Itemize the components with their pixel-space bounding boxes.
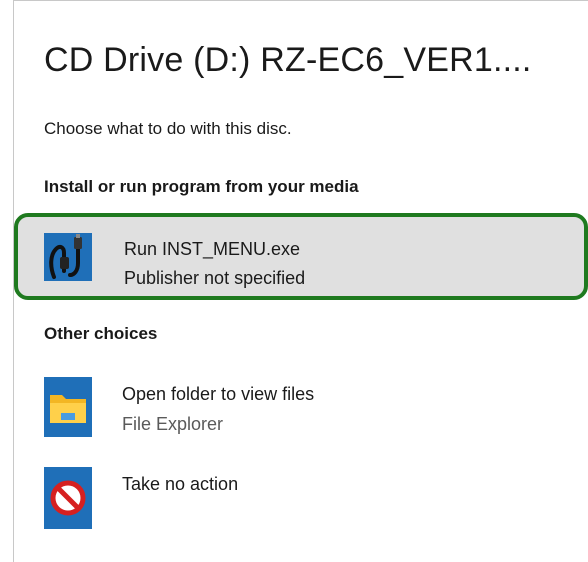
autoplay-dialog: CD Drive (D:) RZ-EC6_VER1.... Choose wha…	[13, 0, 588, 562]
folder-option-subtitle: File Explorer	[122, 414, 224, 434]
other-choices-heading: Other choices	[44, 324, 158, 343]
open-folder-option[interactable]: Open folder to view files File Explorer	[44, 374, 584, 449]
folder-option-title: Open folder to view files	[122, 384, 315, 404]
take-no-action-option[interactable]: Take no action	[44, 466, 584, 541]
run-option-publisher: Publisher not specified	[124, 268, 306, 288]
installer-cable-icon	[44, 233, 92, 281]
run-program-option[interactable]: Run INST_MENU.exe Publisher not specifie…	[14, 213, 588, 300]
run-option-title: Run INST_MENU.exe	[124, 239, 301, 259]
dialog-prompt: Choose what to do with this disc.	[44, 119, 292, 138]
dialog-title: CD Drive (D:) RZ-EC6_VER1....	[44, 41, 532, 79]
install-section-heading: Install or run program from your media	[44, 177, 359, 196]
no-action-title: Take no action	[122, 474, 239, 494]
file-explorer-folder-icon	[44, 377, 92, 437]
no-action-icon	[44, 467, 92, 529]
